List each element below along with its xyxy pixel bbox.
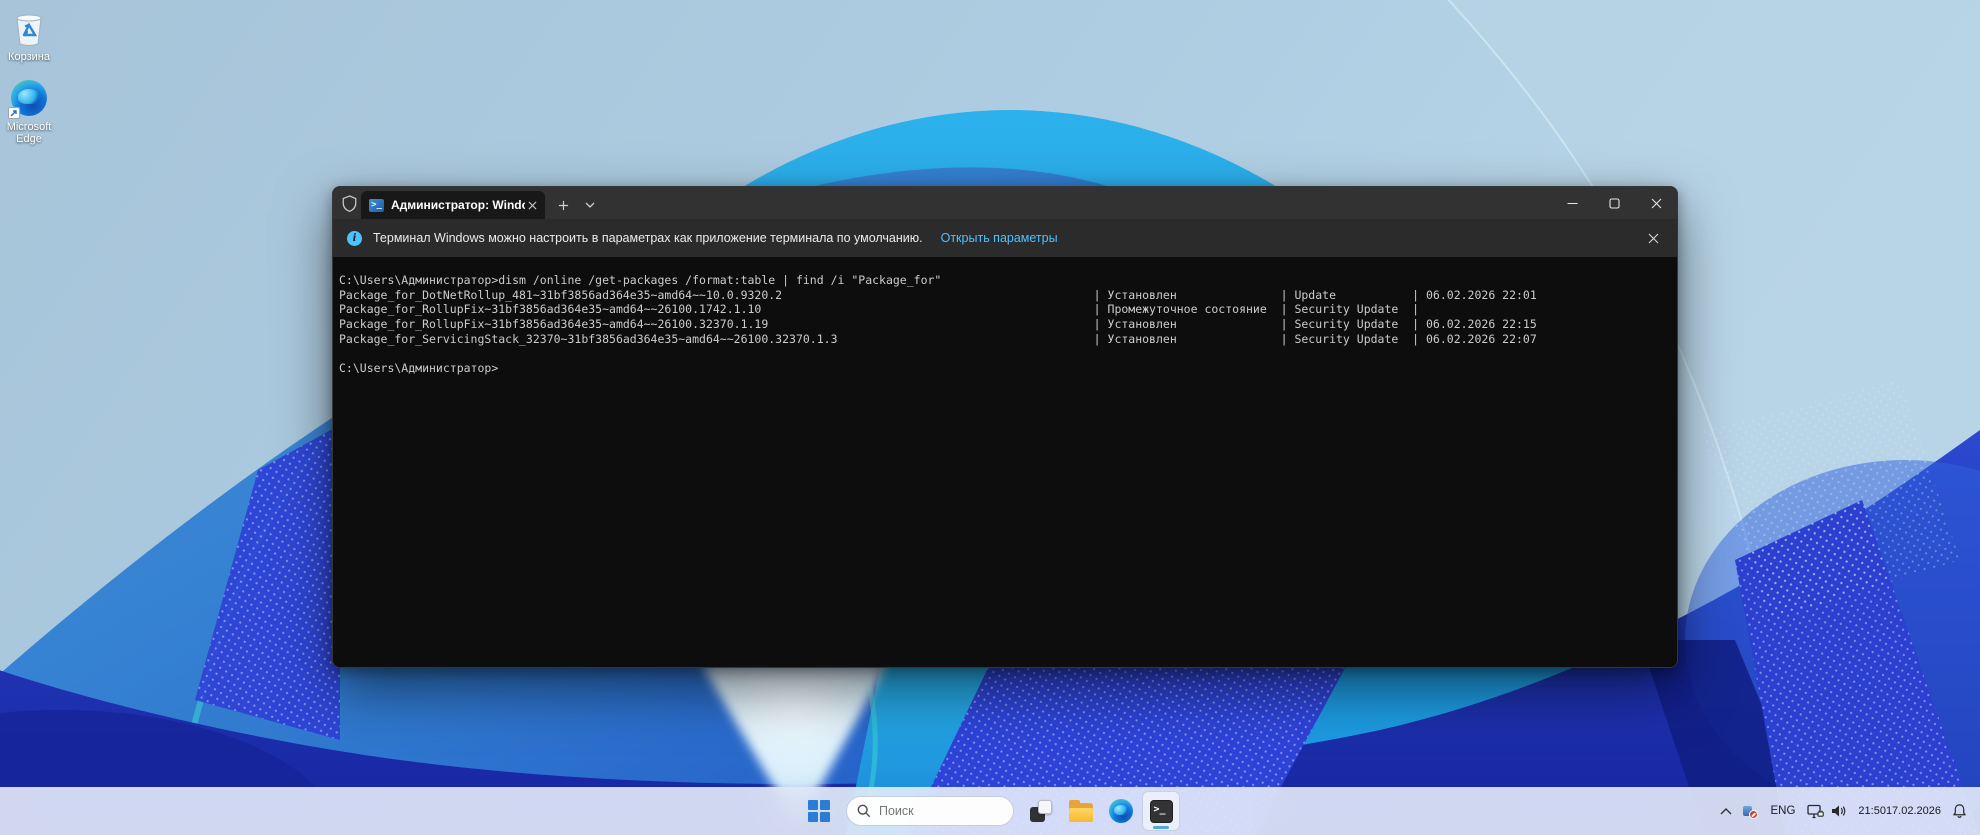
edge-logo-icon bbox=[0, 78, 58, 119]
network-volume-button[interactable] bbox=[1802, 793, 1852, 829]
terminal-line: Package_for_DotNetRollup_481~31bf3856ad3… bbox=[339, 287, 1537, 302]
tab-title: Администратор: Windows Po bbox=[391, 198, 525, 212]
default-terminal-banner: i Терминал Windows можно настроить в пар… bbox=[333, 219, 1677, 257]
info-icon: i bbox=[347, 230, 362, 246]
terminal-line: Package_for_ServicingStack_32370~31bf385… bbox=[339, 331, 1537, 346]
terminal-output[interactable]: C:\Users\Администратор>dism /online /get… bbox=[333, 257, 1677, 667]
tab-dropdown-button[interactable] bbox=[578, 193, 602, 217]
terminal-line: Package_for_RollupFix~31bf3856ad364e35~a… bbox=[339, 302, 1420, 317]
clock[interactable]: 21:50 17.02.2026 bbox=[1852, 793, 1947, 829]
desktop: Корзина Microsoft Edge >_ Администратор:… bbox=[0, 0, 1980, 835]
edge-icon bbox=[1109, 799, 1133, 823]
tray-device-status[interactable] bbox=[1737, 793, 1763, 829]
language-indicator[interactable]: ENG bbox=[1763, 793, 1802, 829]
banner-close-icon[interactable] bbox=[1643, 228, 1663, 248]
open-settings-link[interactable]: Открыть параметры bbox=[941, 231, 1058, 245]
task-view-button[interactable] bbox=[1022, 791, 1060, 831]
minimize-button[interactable] bbox=[1551, 187, 1593, 219]
notification-bell-icon bbox=[1953, 804, 1966, 818]
new-tab-button[interactable] bbox=[550, 193, 576, 217]
terminal-icon: >_ bbox=[1149, 799, 1173, 823]
chevron-up-icon bbox=[1720, 807, 1732, 814]
close-button[interactable] bbox=[1635, 187, 1677, 219]
admin-shield-icon bbox=[342, 194, 357, 212]
taskbar-search[interactable] bbox=[846, 796, 1014, 826]
window-titlebar[interactable]: >_ Администратор: Windows Po bbox=[333, 187, 1677, 219]
banner-text: Терминал Windows можно настроить в парам… bbox=[373, 231, 923, 245]
desktop-icon-microsoft-edge[interactable]: Microsoft Edge bbox=[0, 78, 58, 145]
tray-date: 17.02.2026 bbox=[1885, 804, 1941, 817]
terminal-line: Package_for_RollupFix~31bf3856ad364e35~a… bbox=[339, 317, 1537, 332]
task-view-icon bbox=[1030, 800, 1052, 822]
shortcut-arrow-icon bbox=[8, 107, 20, 119]
terminal-window: >_ Администратор: Windows Po bbox=[332, 186, 1678, 668]
file-explorer-button[interactable] bbox=[1062, 791, 1100, 831]
tray-show-hidden-icons[interactable] bbox=[1715, 793, 1737, 829]
file-explorer-icon bbox=[1069, 800, 1093, 822]
desktop-icon-recycle-bin[interactable]: Корзина bbox=[0, 8, 58, 63]
start-button[interactable] bbox=[800, 791, 838, 831]
terminal-button-active[interactable]: >_ bbox=[1142, 791, 1180, 831]
network-icon bbox=[1807, 804, 1825, 818]
desktop-icon-label: Microsoft Edge bbox=[6, 121, 52, 145]
edge-button[interactable] bbox=[1102, 791, 1140, 831]
desktop-icon-label: Корзина bbox=[8, 51, 50, 63]
tab-close-icon[interactable] bbox=[525, 196, 539, 214]
recycle-bin-icon bbox=[0, 8, 58, 48]
notification-center-button[interactable] bbox=[1947, 793, 1972, 829]
powershell-icon: >_ bbox=[369, 198, 384, 212]
volume-icon bbox=[1832, 805, 1846, 817]
taskbar: >_ ENG bbox=[0, 787, 1980, 835]
windows-logo-icon bbox=[808, 800, 830, 822]
terminal-line: C:\Users\Администратор> bbox=[339, 361, 499, 376]
tab-admin-powershell[interactable]: >_ Администратор: Windows Po bbox=[361, 191, 545, 219]
search-input[interactable] bbox=[879, 804, 989, 818]
tray-time: 21:50 bbox=[1858, 804, 1886, 817]
search-icon bbox=[857, 804, 871, 818]
device-error-icon bbox=[1742, 803, 1759, 819]
terminal-line: C:\Users\Администратор>dism /online /get… bbox=[339, 273, 942, 287]
maximize-button[interactable] bbox=[1593, 187, 1635, 219]
